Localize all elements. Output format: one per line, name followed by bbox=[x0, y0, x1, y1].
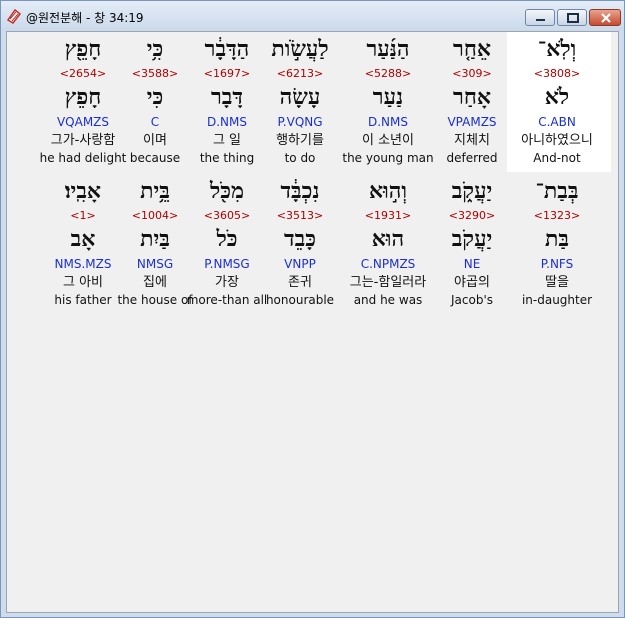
strong-number: <6213> bbox=[276, 67, 324, 80]
lexeme-word: בַּת bbox=[544, 226, 570, 252]
korean-gloss: 아니하였으니 bbox=[521, 133, 593, 148]
title-bar[interactable]: @원전분해 - 창 34:19 bbox=[1, 1, 624, 31]
lexeme-word: כָּבֵד bbox=[284, 226, 316, 252]
window-title: @원전분해 - 창 34:19 bbox=[26, 11, 144, 25]
interlinear-panel[interactable]: חָפֵ֖ץ <2654> חָפֵץ VQAMZS 그가-사랑함 he had deli… bbox=[6, 31, 619, 613]
close-icon bbox=[601, 13, 611, 23]
app-window: @원전분해 - 창 34:19 חָפֵ֖ץ <2654> חָפֵץ VQAMZS 그… bbox=[0, 0, 625, 618]
lexeme-word: לֹא bbox=[544, 84, 570, 110]
app-logo-icon bbox=[6, 8, 22, 24]
hebrew-word: נִכְבָּ֔ד bbox=[280, 178, 320, 204]
minimize-button[interactable] bbox=[525, 9, 555, 26]
parsing-code: C.ABN bbox=[538, 115, 576, 129]
parsing-code: VNPP bbox=[284, 257, 316, 271]
hebrew-word: לַעֲשֹׂ֣ות bbox=[271, 36, 329, 62]
parsing-code: P.NFS bbox=[540, 257, 574, 271]
lexeme-word: עָשָׂה bbox=[279, 84, 321, 110]
hebrew-word: בְּבַת־ bbox=[535, 178, 579, 204]
minimize-icon bbox=[536, 19, 545, 21]
english-gloss: And-not bbox=[533, 151, 581, 165]
english-gloss: honourable bbox=[265, 293, 335, 307]
english-gloss: in-daughter bbox=[521, 293, 593, 307]
maximize-icon bbox=[567, 13, 579, 23]
korean-gloss: 행하기를 bbox=[276, 133, 324, 148]
close-button[interactable] bbox=[589, 9, 621, 26]
strong-number: <1323> bbox=[533, 209, 581, 222]
strong-number: <3808> bbox=[533, 67, 581, 80]
strong-number: <3513> bbox=[276, 209, 324, 222]
parsing-code: P.VQNG bbox=[277, 115, 323, 129]
korean-gloss: 딸을 bbox=[545, 275, 569, 290]
maximize-button[interactable] bbox=[557, 9, 587, 26]
english-gloss: to do bbox=[284, 151, 316, 165]
korean-gloss: 존귀 bbox=[288, 275, 312, 290]
hebrew-word: וְלֹֽא־ bbox=[537, 36, 577, 62]
